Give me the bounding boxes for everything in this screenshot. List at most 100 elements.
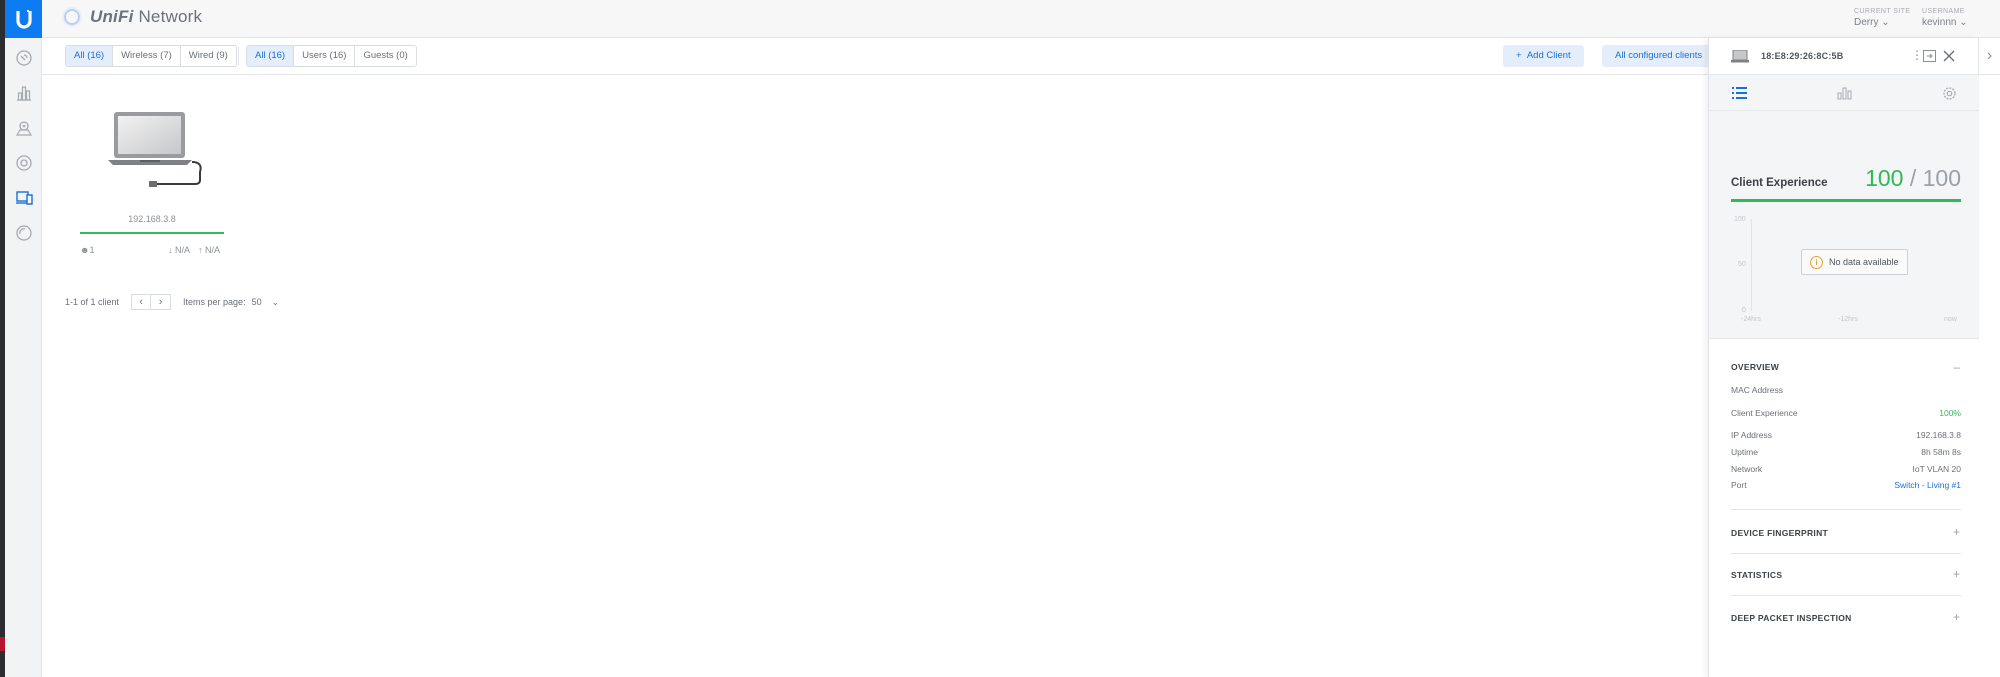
devices-icon[interactable] [13,152,34,173]
chart-x-tick: now [1944,316,1957,323]
chart-y-tick: 100 [1734,216,1746,223]
client-experience-score-bar [1731,199,1961,202]
overview-ip-row: IP Address 192.168.3.8 [1731,430,1961,440]
unifi-logo[interactable] [5,0,42,38]
chart-y-axis [1751,219,1752,311]
overview-ce-row: Client Experience 100% [1731,408,1961,418]
items-per-page-label: Items per page: [183,297,246,307]
client-upload: ↑ N/A [198,245,221,255]
unifi-logo-icon [15,10,32,29]
overview-heading[interactable]: OVERVIEW [1731,362,1779,372]
client-users: ☻1 [80,245,95,255]
plus-icon: + [1516,50,1522,61]
chart-y-tick: 0 [1742,307,1746,314]
laptop-icon [108,112,202,187]
overview-port-row: Port Switch - Living #1 [1731,480,1961,490]
laptop-small-icon [1731,50,1749,63]
site-selector[interactable]: CURRENT SITE Derry ⌄ [1854,8,1910,28]
items-per-page-select[interactable]: 50 ⌄ [252,297,280,308]
add-client-label: Add Client [1526,50,1571,61]
insights-icon[interactable] [13,222,34,243]
client-experience-chart: 100 50 0 -24hrs -12hrs now i No data ava… [1731,216,1961,328]
filter-guests[interactable]: Guests (0) [355,46,415,66]
overview-mac-row: MAC Address [1731,385,1783,395]
site-selector-label: CURRENT SITE [1854,8,1911,15]
add-client-button[interactable]: + Add Client [1503,45,1584,67]
page-nav: ‹ › [131,294,172,310]
client-detail-panel: 18:E8:29:26:8C:5B ⋮ Client Experience 10… [1708,38,1979,677]
popout-icon[interactable] [1923,50,1936,62]
chart-x-tick: -24hrs [1741,316,1761,323]
tab-settings[interactable] [1939,84,1959,102]
port-link[interactable]: Switch - Living #1 [1894,480,1961,490]
expand-icon[interactable]: + [1953,611,1960,623]
sidebar [5,0,42,677]
upload-arrow-icon: ↑ [198,245,203,255]
device-fingerprint-heading[interactable]: DEVICE FINGERPRINT [1731,528,1828,538]
deep-packet-inspection-heading[interactable]: DEEP PACKET INSPECTION [1731,613,1852,623]
section-divider [1731,553,1961,554]
chevron-down-icon: ⌄ [1959,17,1968,28]
client-experience-section: Client Experience 100 / 100 100 50 0 -24… [1709,111,1979,339]
pagination-summary: 1-1 of 1 client [65,297,120,307]
panel-header: 18:E8:29:26:8C:5B ⋮ [1709,38,1979,75]
info-icon: i [1810,255,1823,269]
user-selector-value: kevinnn ⌄ [1922,17,1968,28]
user-selector[interactable]: USERNAME kevinnn ⌄ [1922,8,1968,28]
chevron-right-icon: › [1986,47,1993,64]
filter-wired[interactable]: Wired (9) [181,46,236,66]
client-card[interactable]: 192.168.3.8 ☻1 ↓ N/A ↑ N/A [72,100,232,260]
chevron-down-icon: ⌄ [1881,17,1890,28]
expand-icon[interactable]: + [1953,526,1960,538]
statistics-icon[interactable] [13,82,34,103]
panel-tabs [1709,75,1979,111]
client-download: ↓ N/A [168,245,191,255]
all-configured-clients-button[interactable]: All configured clients [1602,45,1723,67]
status-ring-icon [64,9,80,25]
top-header: UniFi Network CURRENT SITE Derry ⌄ USERN… [42,0,2000,38]
site-selector-value: Derry ⌄ [1854,17,1890,28]
user-selector-label: USERNAME [1922,8,1965,15]
filter-users[interactable]: Users (16) [294,46,356,66]
collapse-icon[interactable]: – [1953,361,1960,373]
section-divider [1731,509,1961,510]
client-experience-title: Client Experience [1731,177,1828,189]
client-ip: 192.168.3.8 [128,214,176,224]
client-experience-bar [80,232,224,234]
no-data-text: No data available [1829,257,1899,267]
clients-icon[interactable] [13,187,34,208]
chart-x-tick: -12hrs [1838,316,1858,323]
statistics-heading[interactable]: STATISTICS [1731,570,1782,580]
filter-all-types[interactable]: All (16) [247,46,295,66]
filter-wireless[interactable]: Wireless (7) [113,46,181,66]
tab-statistics[interactable] [1834,84,1854,102]
no-data-notice: i No data available [1801,249,1908,275]
client-toolbar: All (16) Wireless (7) Wired (9) All (16)… [42,38,1723,75]
chevron-down-icon: ⌄ [271,296,280,307]
tab-details[interactable] [1729,84,1749,102]
collapse-panel-button[interactable]: › [1978,38,2000,75]
dashboard-icon[interactable] [13,47,34,68]
brand-name: UniFi Network [90,7,203,26]
overview-network-row: Network IoT VLAN 20 [1731,464,1961,474]
next-page-button[interactable]: › [151,294,172,310]
download-arrow-icon: ↓ [168,245,173,255]
brand[interactable]: UniFi Network [64,7,202,27]
prev-page-button[interactable]: ‹ [131,294,152,310]
gear-icon [1942,86,1956,100]
overview-uptime-row: Uptime 8h 58m 8s [1731,447,1961,457]
divider [238,47,239,65]
bar-chart-icon [1837,87,1851,100]
more-options-icon[interactable]: ⋮ [1911,48,1923,62]
filter-all-connections[interactable]: All (16) [66,46,114,66]
section-divider [1731,595,1961,596]
expand-icon[interactable]: + [1953,568,1960,580]
list-icon [1731,87,1747,99]
chart-y-tick: 50 [1738,261,1746,268]
connection-filter: All (16) Wireless (7) Wired (9) [65,45,237,67]
client-experience-score: 100 / 100 [1865,165,1961,191]
map-icon[interactable] [13,117,34,138]
pagination: 1-1 of 1 client ‹ › Items per page: 50 ⌄ [65,294,279,310]
close-icon[interactable] [1943,50,1955,62]
type-filter: All (16) Users (16) Guests (0) [246,45,417,67]
